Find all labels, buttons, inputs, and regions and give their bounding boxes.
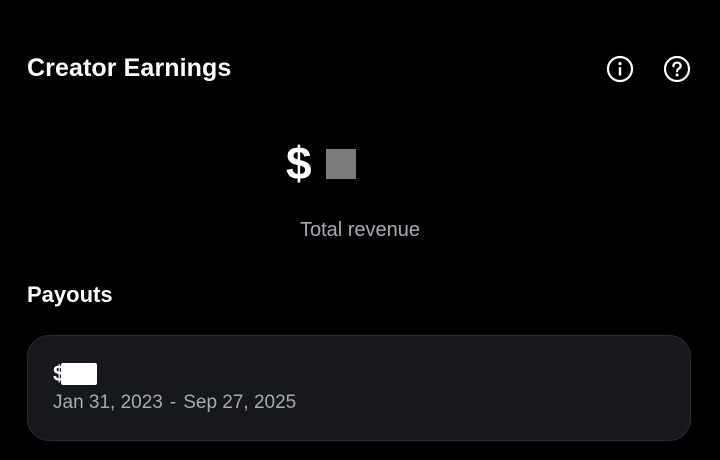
redacted-payout-amount	[61, 363, 98, 385]
currency-symbol: $	[286, 137, 312, 189]
info-button[interactable]	[605, 54, 635, 84]
payout-start-date: Jan 31, 2023	[53, 392, 163, 413]
date-range-separator: -	[169, 392, 177, 413]
payout-end-date: Sep 27, 2025	[183, 392, 297, 413]
payout-amount: $	[53, 360, 98, 388]
page-title: Creator Earnings	[27, 54, 232, 82]
payout-date-range: Jan 31, 2023- Sep 27, 2025	[53, 392, 296, 414]
payouts-heading: Payouts	[27, 282, 113, 307]
total-revenue-section: $ Total revenue	[0, 135, 720, 245]
payout-item[interactable]: $ Jan 31, 2023- Sep 27, 2025	[27, 335, 691, 441]
help-button[interactable]	[662, 54, 692, 84]
question-circle-icon	[663, 55, 691, 83]
total-revenue-label: Total revenue	[299, 219, 421, 241]
page-header: Creator Earnings	[0, 0, 720, 140]
info-circle-icon	[606, 55, 634, 83]
redacted-amount	[325, 149, 356, 179]
total-revenue-amount: $	[286, 137, 356, 189]
